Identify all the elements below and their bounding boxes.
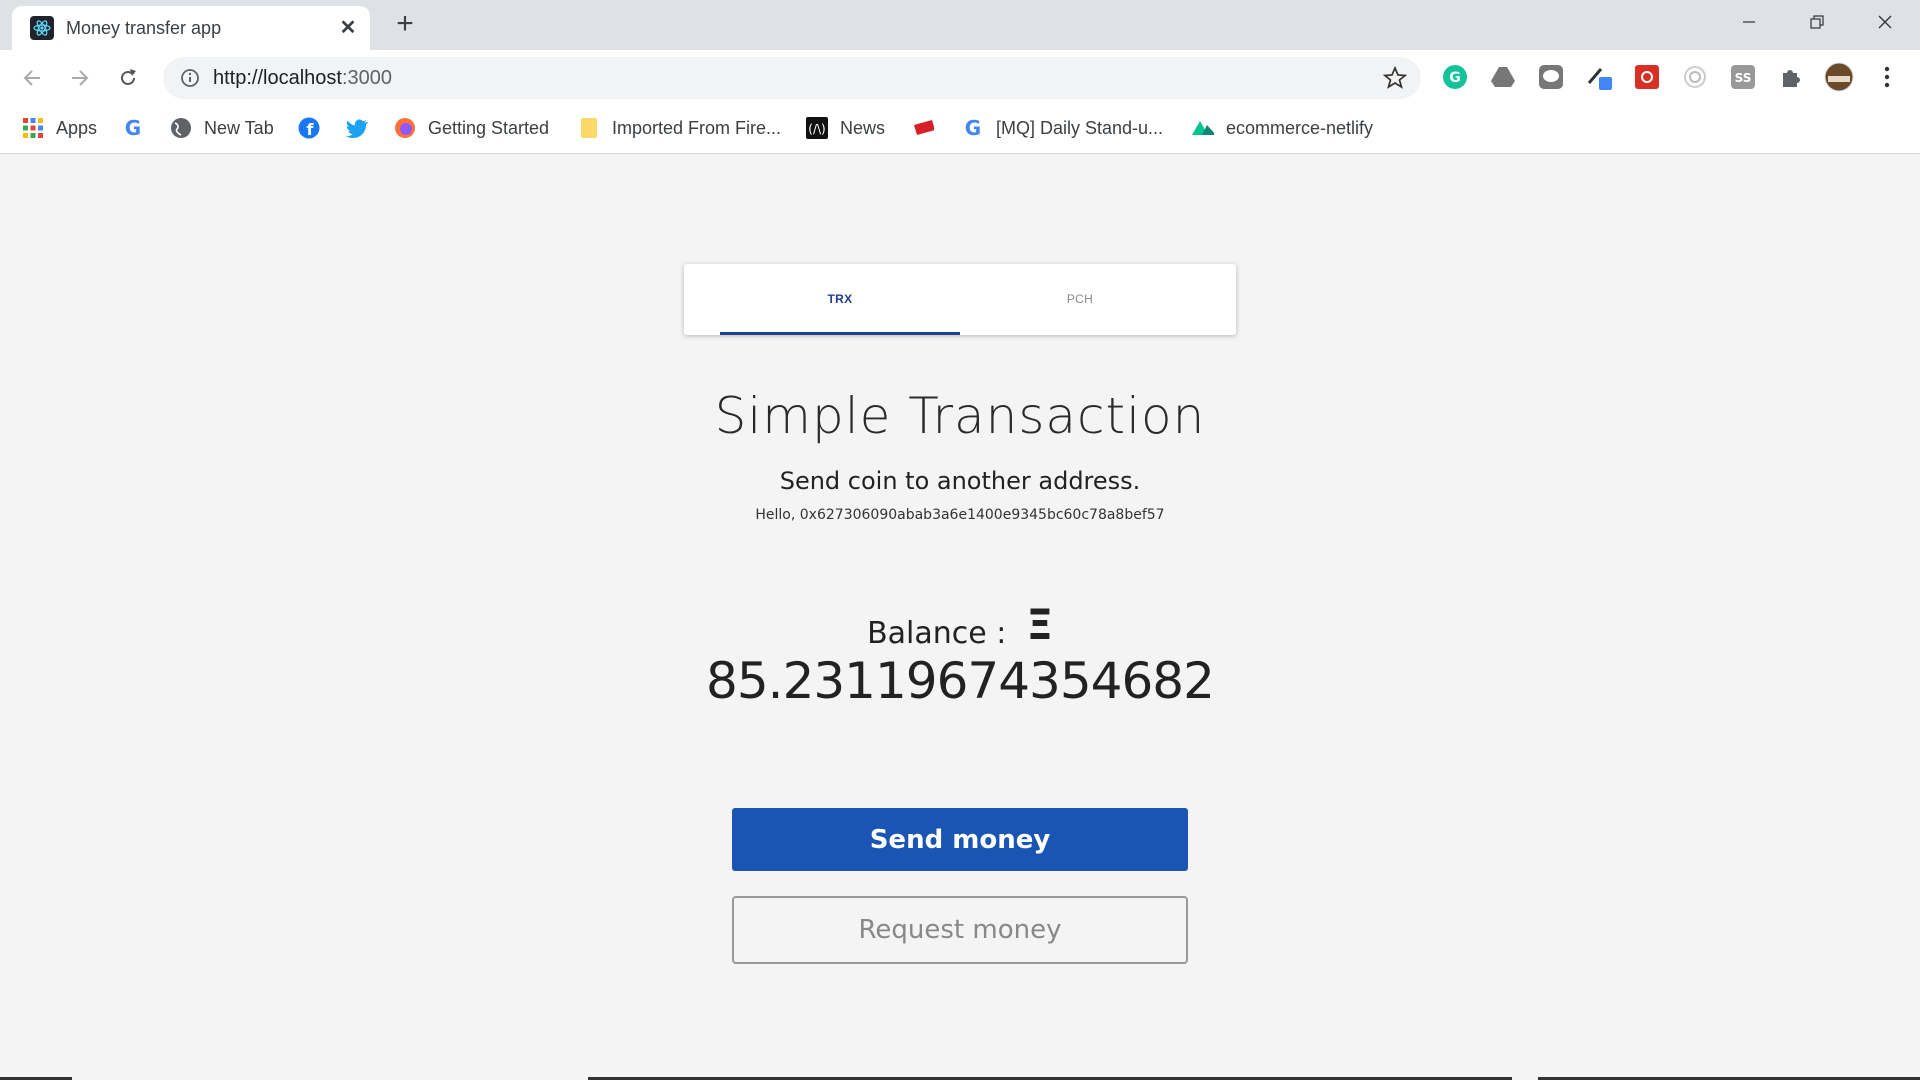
bookmark-imported[interactable]: Imported From Fire... <box>578 106 781 150</box>
bookmark-getting-started[interactable]: Getting Started <box>394 106 549 150</box>
bookmark-label: [MQ] Daily Stand-u... <box>996 117 1164 138</box>
menu-dots-icon[interactable] <box>1872 62 1902 92</box>
bookmarks-bar: Apps G New Tab f Getting Started Importe… <box>0 106 1920 154</box>
back-icon[interactable] <box>16 62 48 94</box>
google-icon: G <box>962 117 984 139</box>
page-title: Simple Transaction <box>714 387 1206 445</box>
request-money-button[interactable]: Request money <box>732 896 1188 964</box>
currency-tabs: TRX PCH <box>684 264 1236 335</box>
balance-label-text: Balance : <box>867 616 1007 651</box>
bookmark-label: Imported From Fire... <box>612 117 782 138</box>
balance-label: Balance : Ξ <box>0 600 1920 651</box>
bookmark-new-tab[interactable]: New Tab <box>170 106 274 150</box>
send-money-button[interactable]: Send money <box>732 808 1188 871</box>
svg-text:G: G <box>125 117 141 139</box>
new-tab-button[interactable]: + <box>390 9 420 40</box>
minimize-icon[interactable] <box>1724 6 1774 38</box>
balance-value: 85.23119674354682 <box>706 652 1215 710</box>
svg-text:G: G <box>1449 70 1461 86</box>
url-port: :3000 <box>341 67 393 89</box>
bookmark-ticket[interactable] <box>912 106 946 150</box>
tab-strip: Money transfer app ✕ + <box>0 0 1920 50</box>
news-icon: (/\) <box>806 117 828 139</box>
facebook-icon: f <box>298 117 320 139</box>
bookmark-facebook[interactable]: f <box>298 106 332 150</box>
bookmark-label: ecommerce-netlify <box>1226 117 1374 138</box>
bookmark-label: Apps <box>56 117 98 138</box>
extensions-puzzle-icon[interactable] <box>1776 62 1806 92</box>
bookmark-ecommerce-netlify[interactable]: ecommerce-netlify <box>1192 106 1373 150</box>
bookmark-label: New Tab <box>204 117 274 138</box>
google-icon: G <box>122 117 144 139</box>
bookmark-apps[interactable]: Apps <box>22 106 97 150</box>
loading-icon[interactable] <box>1680 62 1710 92</box>
globe-icon <box>170 117 192 139</box>
line-icon[interactable] <box>1536 62 1566 92</box>
bookmark-google[interactable]: G <box>122 106 156 150</box>
close-tab-icon[interactable]: ✕ <box>337 17 359 39</box>
app-page: TRX PCH Simple Transaction Send coin to … <box>0 155 1920 1080</box>
svg-text:SS: SS <box>1735 71 1752 85</box>
tab-title: Money transfer app <box>66 18 222 38</box>
ss-extension-icon[interactable]: SS <box>1728 62 1758 92</box>
ticket-icon <box>912 117 934 139</box>
tab-trx[interactable]: TRX <box>720 264 960 335</box>
drive-icon[interactable] <box>1488 62 1518 92</box>
address-bar[interactable]: http://localhost:3000 <box>163 57 1421 99</box>
page-subtitle: Send coin to another address. <box>779 467 1141 495</box>
bookmark-daily-standup[interactable]: G [MQ] Daily Stand-u... <box>962 106 1163 150</box>
twitter-icon <box>346 117 368 139</box>
profile-avatar[interactable] <box>1824 62 1854 92</box>
ether-icon: Ξ <box>1026 600 1053 649</box>
folder-icon <box>578 117 600 139</box>
bookmark-label: Getting Started <box>428 117 550 138</box>
restore-icon[interactable] <box>1792 6 1842 38</box>
color-picker-icon[interactable] <box>1584 62 1614 92</box>
close-window-icon[interactable] <box>1860 6 1910 38</box>
star-icon[interactable] <box>1382 65 1408 95</box>
reload-icon[interactable] <box>112 62 144 94</box>
url-text: http://localhost:3000 <box>213 57 392 99</box>
svg-text:G: G <box>965 117 981 139</box>
bookmark-label: News <box>840 117 886 138</box>
bookmark-twitter[interactable] <box>346 106 380 150</box>
active-tab-indicator <box>720 332 960 335</box>
tab-pch[interactable]: PCH <box>960 264 1200 335</box>
svg-text:f: f <box>307 120 315 139</box>
bookmark-news[interactable]: (/\) News <box>806 106 885 150</box>
forward-icon[interactable] <box>64 62 96 94</box>
nuxt-icon <box>1192 117 1214 139</box>
grammarly-icon[interactable]: G <box>1440 62 1470 92</box>
react-icon <box>30 16 54 40</box>
browser-tab[interactable]: Money transfer app ✕ <box>12 6 370 50</box>
url-host: http://localhost <box>213 67 342 89</box>
account-address: Hello, 0x627306090abab3a6e1400e9345bc60c… <box>755 507 1165 523</box>
react-devtools-icon[interactable] <box>1632 62 1662 92</box>
info-icon[interactable] <box>179 67 201 94</box>
apps-grid-icon <box>22 117 44 139</box>
svg-text:(/\): (/\) <box>808 122 825 136</box>
firefox-icon <box>394 117 416 139</box>
browser-toolbar: http://localhost:3000 G SS <box>0 50 1920 106</box>
